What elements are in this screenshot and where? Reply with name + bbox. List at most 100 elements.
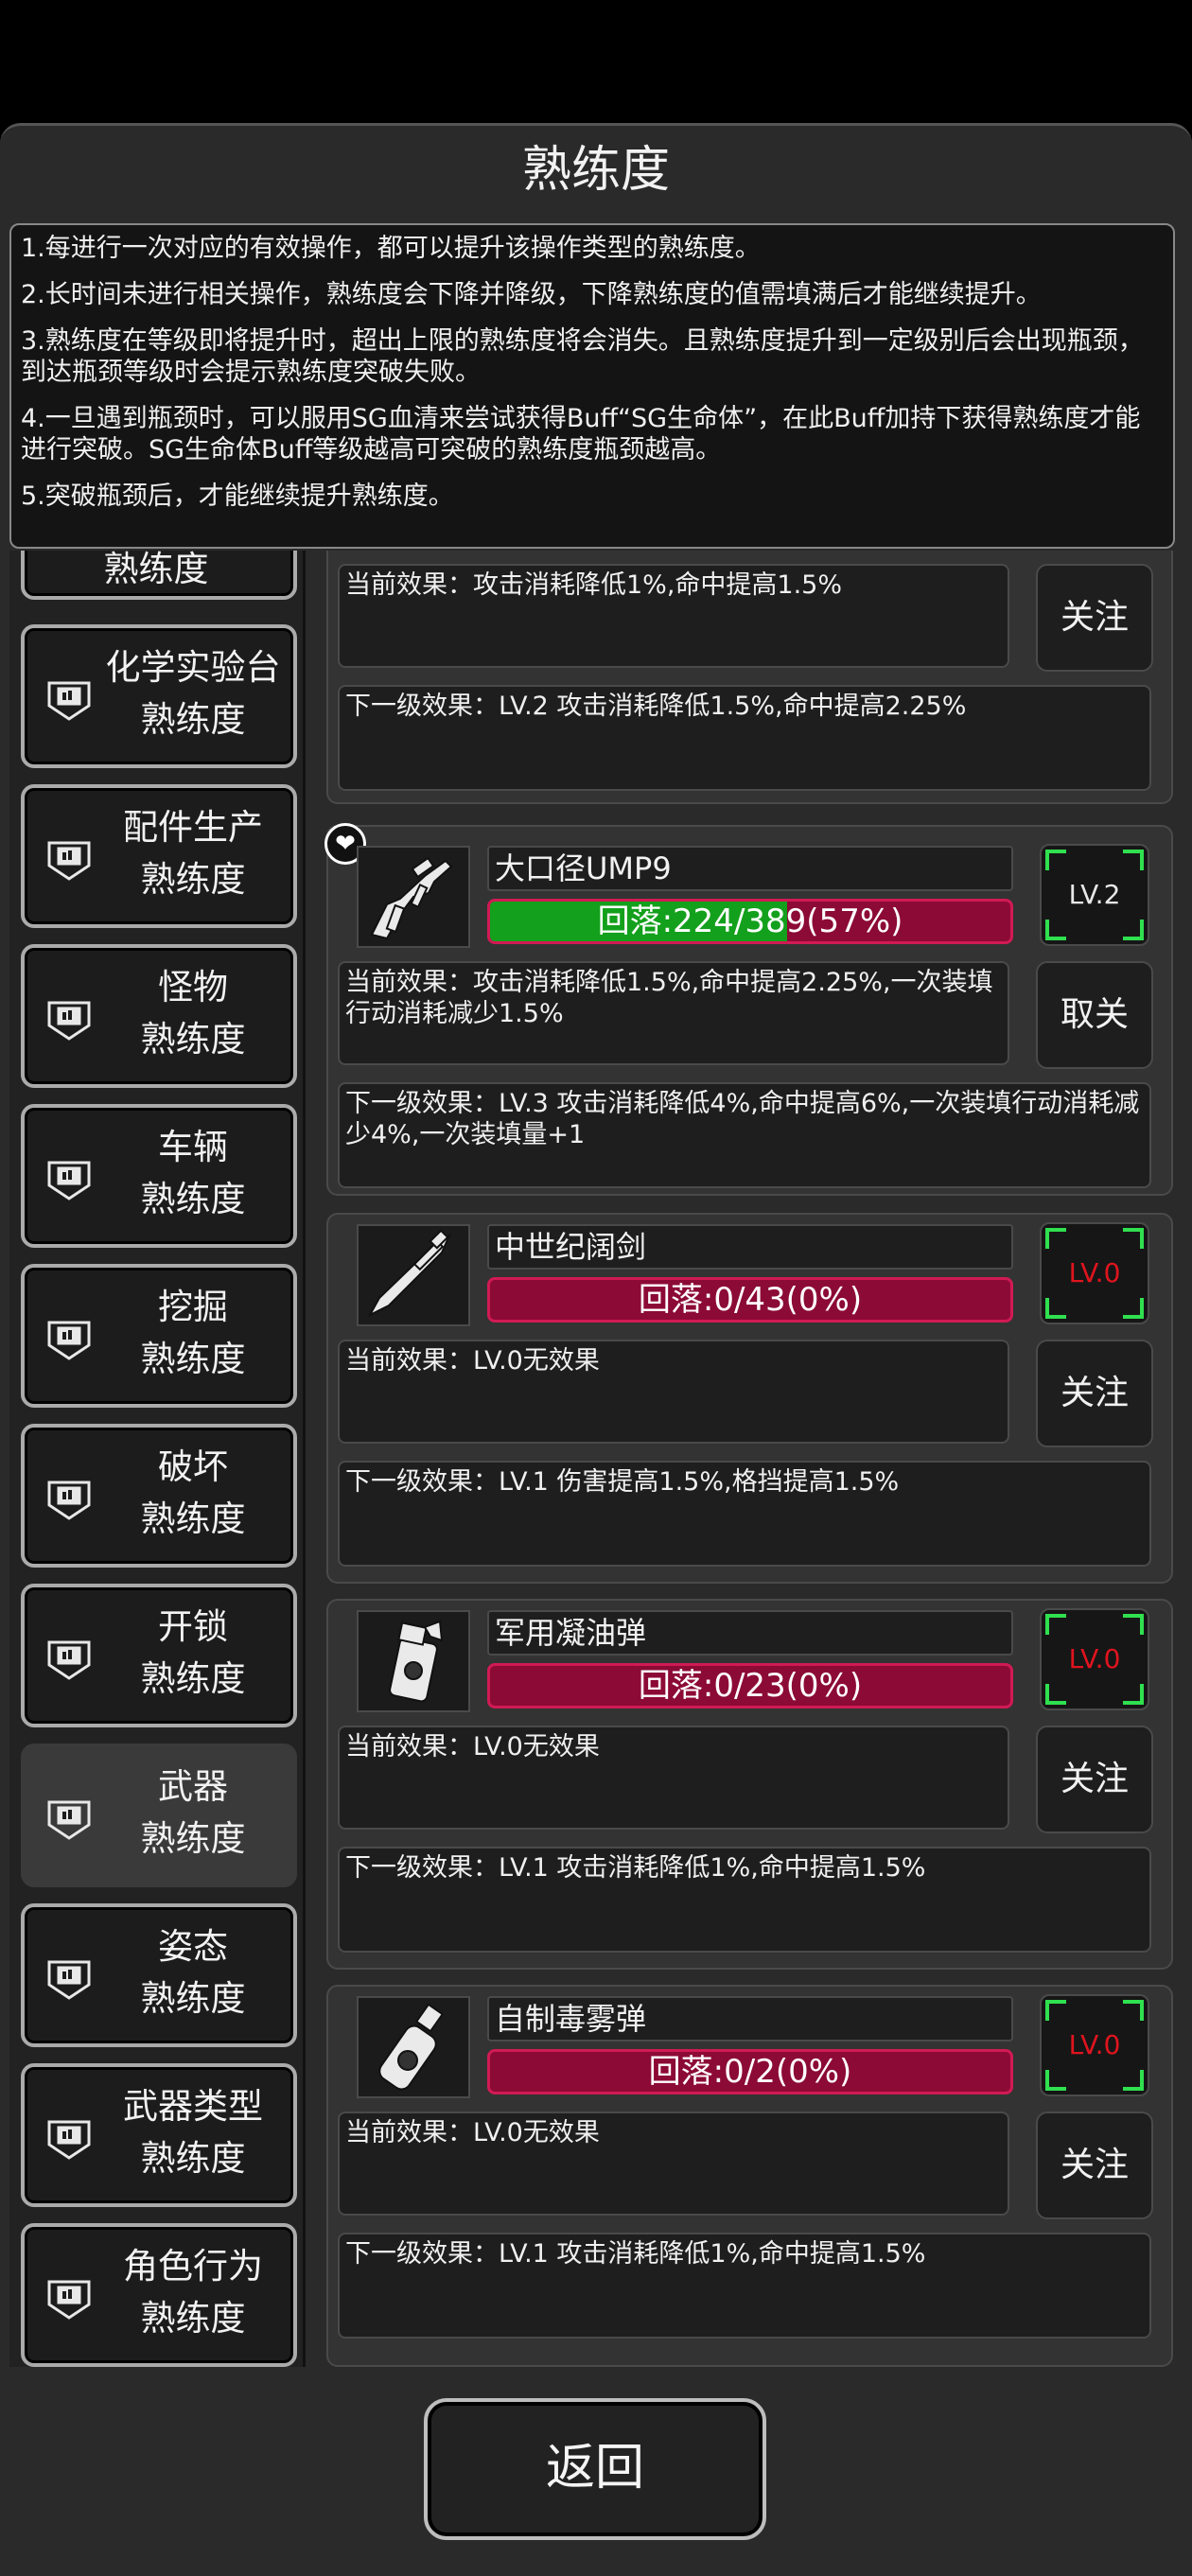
- sidebar-item-label: 开锁 熟练度: [98, 1601, 288, 1705]
- current-effect: 当前效果：攻击消耗降低1.5%,命中提高2.25%,一次装填行动消耗减少1.5%: [338, 961, 1009, 1065]
- sidebar-item[interactable]: 开锁 熟练度: [21, 1584, 297, 1727]
- proficiency-progress-bar: 回落:0/43(0%): [487, 1277, 1013, 1323]
- proficiency-badge-icon: [42, 670, 96, 725]
- sidebar-item-label: 姿态 熟练度: [98, 1920, 288, 2024]
- sidebar-item-subtitle: 熟练度: [140, 699, 246, 740]
- sidebar-item[interactable]: 化学实验台 熟练度: [21, 624, 297, 768]
- sidebar-item-label: 化学实验台 熟练度: [98, 641, 288, 745]
- sidebar-item-title: 破坏: [158, 1446, 228, 1487]
- sidebar-item[interactable]: 车辆 熟练度: [21, 1104, 297, 1248]
- corner-bracket: [1123, 2000, 1144, 2021]
- page-title: 熟练度: [521, 142, 670, 199]
- proficiency-badge-icon: [42, 1789, 96, 1844]
- proficiency-badge-icon: [42, 1469, 96, 1524]
- rifle-icon: [357, 846, 470, 948]
- next-effect: 下一级效果：LV.1 攻击消耗降低1%,命中提高1.5%: [338, 1847, 1151, 1953]
- sidebar-item-title: 武器: [158, 1766, 228, 1807]
- corner-bracket: [1045, 920, 1066, 940]
- sidebar-item-title: 角色行为: [123, 2246, 263, 2287]
- corner-bracket: [1123, 1298, 1144, 1319]
- sidebar-item-label: 挖掘 熟练度: [98, 1281, 288, 1385]
- sidebar-item-title: 车辆: [158, 1127, 228, 1167]
- sidebar-item-partial[interactable]: 熟练度: [21, 551, 297, 600]
- current-effect: 当前效果：LV.0无效果: [338, 1340, 1009, 1444]
- info-line: 2.长时间未进行相关操作，熟练度会下降并降级，下降熟练度的值需填满后才能继续提升…: [21, 280, 1042, 309]
- sidebar-item[interactable]: 姿态 熟练度: [21, 1903, 297, 2047]
- proficiency-card: 中世纪阔剑 回落:0/43(0%) LV.0 当前效果：LV.0无效果 关注 下…: [326, 1213, 1173, 1584]
- info-line: 4.一旦遇到瓶颈时，可以服用SG血清来尝试获得Buff“SG生命体”，在此Buf…: [21, 404, 1141, 464]
- proficiency-badge-icon: [42, 1629, 96, 1684]
- grenade-icon: [357, 1610, 470, 1712]
- info-line: 5.突破瓶颈后，才能继续提升熟练度。: [21, 482, 454, 511]
- follow-button[interactable]: 关注: [1036, 564, 1153, 672]
- weapon-name: 大口径UMP9: [487, 846, 1013, 891]
- proficiency-badge-icon: [42, 990, 96, 1044]
- next-effect: 下一级效果：LV.1 伤害提高1.5%,格挡提高1.5%: [338, 1461, 1151, 1567]
- sidebar-item-subtitle: 熟练度: [140, 2298, 246, 2339]
- info-tooltip: 1.每进行一次对应的有效操作，都可以提升该操作类型的熟练度。 2.长时间未进行相…: [9, 223, 1175, 549]
- follow-button[interactable]: 关注: [1036, 1340, 1153, 1447]
- sidebar-item[interactable]: 角色行为 熟练度: [21, 2223, 297, 2367]
- proficiency-progress-bar: 回落:0/23(0%): [487, 1663, 1013, 1709]
- level-badge: LV.0: [1040, 1608, 1149, 1710]
- weapon-name: 军用凝油弹: [487, 1610, 1013, 1656]
- progress-label: 回落:0/2(0%): [648, 2053, 852, 2091]
- sidebar-item-title: 配件生产: [123, 807, 263, 848]
- level-text: LV.0: [1068, 1257, 1121, 1288]
- sidebar-item-subtitle: 熟练度: [140, 1019, 246, 1060]
- proficiency-badge-icon: [42, 2109, 96, 2164]
- follow-button[interactable]: 关注: [1036, 1726, 1153, 1833]
- weapon-proficiency-list[interactable]: 当前效果：攻击消耗降低1%,命中提高1.5% 关注 下一级效果：LV.2 攻击消…: [317, 551, 1178, 2367]
- info-line: 1.每进行一次对应的有效操作，都可以提升该操作类型的熟练度。: [21, 234, 761, 263]
- proficiency-progress-bar: 回落:0/2(0%): [487, 2049, 1013, 2094]
- corner-bracket: [1045, 850, 1066, 870]
- sidebar-item-label: 破坏 熟练度: [98, 1441, 288, 1545]
- sidebar-item-label: 配件生产 熟练度: [98, 801, 288, 905]
- unfollow-button[interactable]: 取关: [1036, 961, 1153, 1069]
- sidebar-item-label: 武器类型 熟练度: [98, 2080, 288, 2184]
- sidebar-item-subtitle: 熟练度: [140, 1339, 246, 1379]
- proficiency-badge-icon: [42, 2269, 96, 2323]
- weapon-name: 中世纪阔剑: [487, 1224, 1013, 1270]
- corner-bracket: [1045, 1298, 1066, 1319]
- proficiency-card: 自制毒雾弹 回落:0/2(0%) LV.0 当前效果：LV.0无效果 关注 下一…: [326, 1985, 1173, 2367]
- progress-label: 回落:0/23(0%): [638, 1667, 863, 1705]
- proficiency-progress-bar: 回落:224/389(57%): [487, 899, 1013, 944]
- sidebar-item[interactable]: 挖掘 熟练度: [21, 1264, 297, 1408]
- current-effect: 当前效果：攻击消耗降低1%,命中提高1.5%: [338, 564, 1009, 668]
- corner-bracket: [1123, 1614, 1144, 1635]
- sidebar-item[interactable]: 破坏 熟练度: [21, 1424, 297, 1568]
- weapon-name: 自制毒雾弹: [487, 1996, 1013, 2042]
- corner-bracket: [1045, 1228, 1066, 1249]
- current-effect: 当前效果：LV.0无效果: [338, 1726, 1009, 1830]
- sidebar-item-label: 熟练度: [103, 551, 209, 589]
- sidebar-item[interactable]: 怪物 熟练度: [21, 944, 297, 1088]
- follow-button[interactable]: 关注: [1036, 2112, 1153, 2219]
- sidebar-item-subtitle: 熟练度: [140, 1818, 246, 1859]
- corner-bracket: [1123, 850, 1144, 870]
- sidebar-item[interactable]: 武器类型 熟练度: [21, 2063, 297, 2207]
- proficiency-badge-icon: [42, 1949, 96, 2004]
- sidebar-item[interactable]: 武器 熟练度: [21, 1744, 297, 1887]
- proficiency-card: 军用凝油弹 回落:0/23(0%) LV.0 当前效果：LV.0无效果 关注 下…: [326, 1599, 1173, 1970]
- back-button[interactable]: 返回: [424, 2398, 766, 2540]
- sidebar-item[interactable]: 配件生产 熟练度: [21, 784, 297, 928]
- sidebar-item-label: 武器 熟练度: [98, 1761, 288, 1865]
- next-effect: 下一级效果：LV.2 攻击消耗降低1.5%,命中提高2.25%: [338, 685, 1151, 791]
- sword-icon: [357, 1224, 470, 1326]
- corner-bracket: [1045, 1684, 1066, 1705]
- info-line: 3.熟练度在等级即将提升时，超出上限的熟练度将会消失。且熟练度提升到一定级别后会…: [21, 326, 1144, 387]
- corner-bracket: [1045, 1614, 1066, 1635]
- sidebar-item-subtitle: 熟练度: [140, 1179, 246, 1219]
- sidebar-item-subtitle: 熟练度: [140, 1498, 246, 1539]
- corner-bracket: [1123, 2070, 1144, 2091]
- sidebar-item-title: 开锁: [158, 1606, 228, 1647]
- sidebar-item-subtitle: 熟练度: [140, 2138, 246, 2179]
- corner-bracket: [1123, 1684, 1144, 1705]
- level-badge: LV.0: [1040, 1222, 1149, 1324]
- sidebar-item-title: 挖掘: [158, 1287, 228, 1327]
- poison-bottle-icon: [357, 1996, 470, 2098]
- sidebar-item-label: 角色行为 熟练度: [98, 2240, 288, 2344]
- category-sidebar[interactable]: 熟练度 化学实验台 熟练度 配件生产 熟练度 怪物 熟练度 车辆 熟练度 挖掘 熟练度 破坏 熟练度开…: [9, 551, 306, 2367]
- level-text: LV.0: [1068, 1643, 1121, 1674]
